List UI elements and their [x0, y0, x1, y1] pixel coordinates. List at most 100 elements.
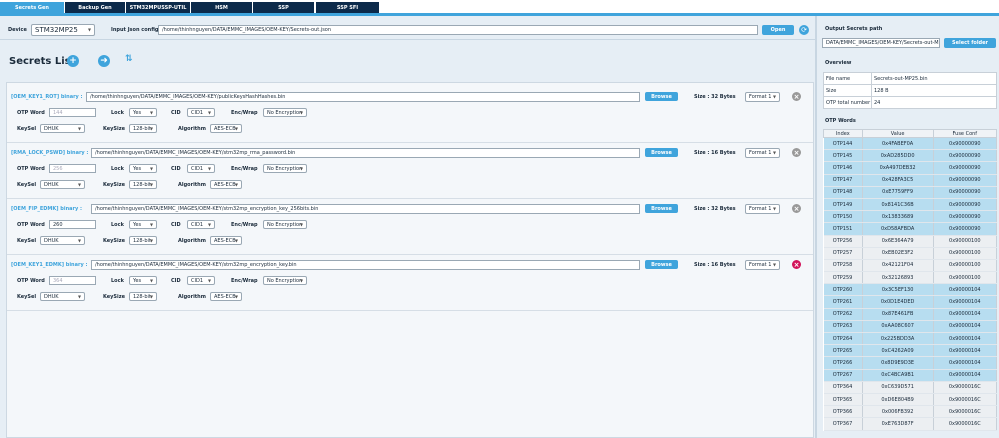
keysize-select[interactable]: 128-bit [129, 292, 157, 301]
keysize-select[interactable]: 128-bit [129, 180, 157, 189]
otp-row[interactable]: OTP258 0x42121F04 0x90000100 [823, 259, 998, 273]
enc-wrap-select[interactable]: No Encryption [263, 220, 307, 229]
otp-row[interactable]: OTP151 0xD58AFBDA 0x90000090 [823, 222, 998, 236]
keysel-select[interactable]: DHUK [40, 236, 85, 245]
algorithm-select[interactable]: AES-ECB [210, 292, 242, 301]
entry-path-field[interactable]: /home/thinhnguyen/DATA/EMMC_IMAGES/OEM-K… [91, 260, 640, 270]
otp-row[interactable]: OTP150 0x13833689 0x90000090 [823, 210, 998, 224]
otp-row[interactable]: OTP364 0xC639D571 0x9000016C [823, 381, 998, 394]
otp-row[interactable]: OTP148 0xE7759FF9 0x90000090 [823, 186, 998, 199]
algorithm-select[interactable]: AES-ECB [210, 236, 242, 245]
browse-button[interactable]: Browse [645, 92, 678, 101]
open-button[interactable]: Open [762, 25, 794, 35]
lock-label: Lock [111, 222, 124, 228]
keysel-label: KeySel [17, 182, 37, 188]
otp-word-field[interactable]: 364 [49, 276, 96, 285]
keysel-select[interactable]: DHUK [40, 124, 85, 133]
format-select[interactable]: Format 1 [745, 148, 780, 158]
entry-path-field[interactable]: /home/thinhnguyen/DATA/EMMC_IMAGES/OEM-K… [91, 204, 640, 214]
otp-word-field[interactable]: 144 [49, 108, 96, 117]
remove-entry-icon[interactable]: × [792, 260, 801, 269]
otp-header-index[interactable]: Index [823, 129, 863, 138]
otp-row[interactable]: OTP366 0x006FB392 0x9000016C [823, 405, 998, 419]
otp-header-value[interactable]: Value [861, 129, 934, 138]
browse-button[interactable]: Browse [645, 204, 678, 213]
tab-secrets-gen[interactable]: Secrets Gen [0, 2, 64, 13]
lock-select[interactable]: Yes [129, 276, 157, 285]
remove-entry-icon[interactable]: × [792, 204, 801, 213]
output-path-field[interactable]: DATA/EMMC_IMAGES/OEM-KEY/Secrets-out-MP2… [822, 38, 940, 48]
add-secret-icon[interactable]: + [67, 55, 79, 67]
remove-entry-icon[interactable]: × [792, 92, 801, 101]
keysize-select[interactable]: 128-bit [129, 236, 157, 245]
input-json-field[interactable]: /home/thinhnguyen/DATA/EMMC_IMAGES/OEM-K… [158, 25, 758, 35]
tab-ssp[interactable]: SSP [253, 2, 314, 13]
algorithm-select[interactable]: AES-ECB [210, 124, 242, 133]
otp-row[interactable]: OTP365 0xD6E804B9 0x9000016C [823, 393, 998, 407]
cid-select[interactable]: CID1 [187, 276, 215, 285]
otp-cell-fuse: 0x90000104 [933, 320, 998, 334]
tab-backup-gen[interactable]: Backup Gen [65, 2, 125, 13]
otp-cell-fuse: 0x9000016C [933, 393, 998, 407]
keysel-select[interactable]: DHUK [40, 180, 85, 189]
entry-title: [RMA_LOCK_PSWD] binary : [11, 150, 89, 156]
enc-wrap-select[interactable]: No Encryption [263, 108, 307, 117]
tab-ssp-sfi[interactable]: SSP SFI [316, 2, 379, 13]
remove-entry-icon[interactable]: × [792, 148, 801, 157]
otp-row[interactable]: OTP147 0x428FA3C5 0x90000090 [823, 174, 998, 187]
otp-cell-index: OTP151 [823, 222, 863, 236]
enc-wrap-select[interactable]: No Encryption [263, 276, 307, 285]
cid-select[interactable]: CID1 [187, 108, 215, 117]
otp-row[interactable]: OTP265 0xC4262A09 0x90000104 [823, 344, 998, 358]
select-folder-button[interactable]: Select folder [944, 38, 996, 48]
format-select[interactable]: Format 1 [745, 92, 780, 102]
enc-wrap-label: Enc/Wrap [231, 278, 258, 284]
otp-word-field[interactable]: 256 [49, 164, 96, 173]
otp-row[interactable]: OTP144 0x4FABEF0A 0x90000090 [823, 137, 998, 151]
browse-button[interactable]: Browse [645, 148, 678, 157]
keysel-select[interactable]: DHUK [40, 292, 85, 301]
keysize-select[interactable]: 128-bit [129, 124, 157, 133]
enc-wrap-select[interactable]: No Encryption [263, 164, 307, 173]
otp-row[interactable]: OTP267 0xC4BCA9B1 0x90000104 [823, 369, 998, 382]
entry-size: Size : 32 Bytes [694, 94, 736, 100]
otp-row[interactable]: OTP257 0xEB02E3F2 0x90000100 [823, 247, 998, 260]
otp-row[interactable]: OTP260 0x3C5EF130 0x90000104 [823, 283, 998, 297]
otp-header-fuse[interactable]: Fuse Conf [932, 129, 998, 138]
keysel-label: KeySel [17, 126, 37, 132]
algorithm-select[interactable]: AES-ECB [210, 180, 242, 189]
otp-row[interactable]: OTP263 0xAA08C607 0x90000104 [823, 320, 998, 334]
otp-row[interactable]: OTP145 0xAD285DD0 0x90000090 [823, 149, 998, 163]
otp-row[interactable]: OTP259 0x32126893 0x90000100 [823, 271, 998, 285]
format-select[interactable]: Format 1 [745, 260, 780, 270]
top-config-bar: Device STM32MP25 Input Json config /home… [0, 16, 815, 40]
entry-title: [OEM_FIP_EDMK] binary : [11, 206, 83, 212]
browse-button[interactable]: Browse [645, 260, 678, 269]
cid-select[interactable]: CID1 [187, 220, 215, 229]
tab-hsm[interactable]: HSM [191, 2, 252, 13]
refresh-icon[interactable]: ⟳ [799, 25, 809, 35]
cid-select[interactable]: CID1 [187, 164, 215, 173]
otp-row[interactable]: OTP149 0x8141C36B 0x90000090 [823, 198, 998, 212]
otp-row[interactable]: OTP264 0x225BDD3A 0x90000104 [823, 332, 998, 346]
otp-row[interactable]: OTP256 0x6E364A79 0x90000100 [823, 235, 998, 248]
device-select[interactable]: STM32MP25 [31, 24, 95, 36]
tab-stm32mpussp-util[interactable]: STM32MPUSSP-UTIL [126, 2, 190, 13]
otp-cell-fuse: 0x90000090 [933, 186, 998, 199]
entry-path-field[interactable]: /home/thinhnguyen/DATA/EMMC_IMAGES/OEM-K… [91, 148, 640, 158]
forward-icon[interactable]: ➜ [98, 55, 110, 67]
otp-row[interactable]: OTP367 0xE763D87F 0x9000016C [823, 417, 998, 431]
otp-row[interactable]: OTP146 0xA497DEB32 0x90000090 [823, 161, 998, 175]
otp-row[interactable]: OTP266 0x8D9E9D3E 0x90000104 [823, 356, 998, 370]
lock-select[interactable]: Yes [129, 108, 157, 117]
otp-word-field[interactable]: 260 [49, 220, 96, 229]
otp-row[interactable]: OTP261 0x0D1E4DED 0x90000104 [823, 295, 998, 309]
format-select[interactable]: Format 1 [745, 204, 780, 214]
otp-row[interactable]: OTP262 0x87E461FB 0x90000104 [823, 308, 998, 321]
lock-select[interactable]: Yes [129, 220, 157, 229]
otp-cell-fuse: 0x90000090 [933, 222, 998, 236]
entry-path-field[interactable]: /home/thinhnguyen/DATA/EMMC_IMAGES/OEM-K… [86, 92, 640, 102]
lock-select[interactable]: Yes [129, 164, 157, 173]
otp-cell-fuse: 0x90000100 [933, 235, 998, 248]
sort-icon[interactable]: ⇅ [125, 54, 133, 64]
